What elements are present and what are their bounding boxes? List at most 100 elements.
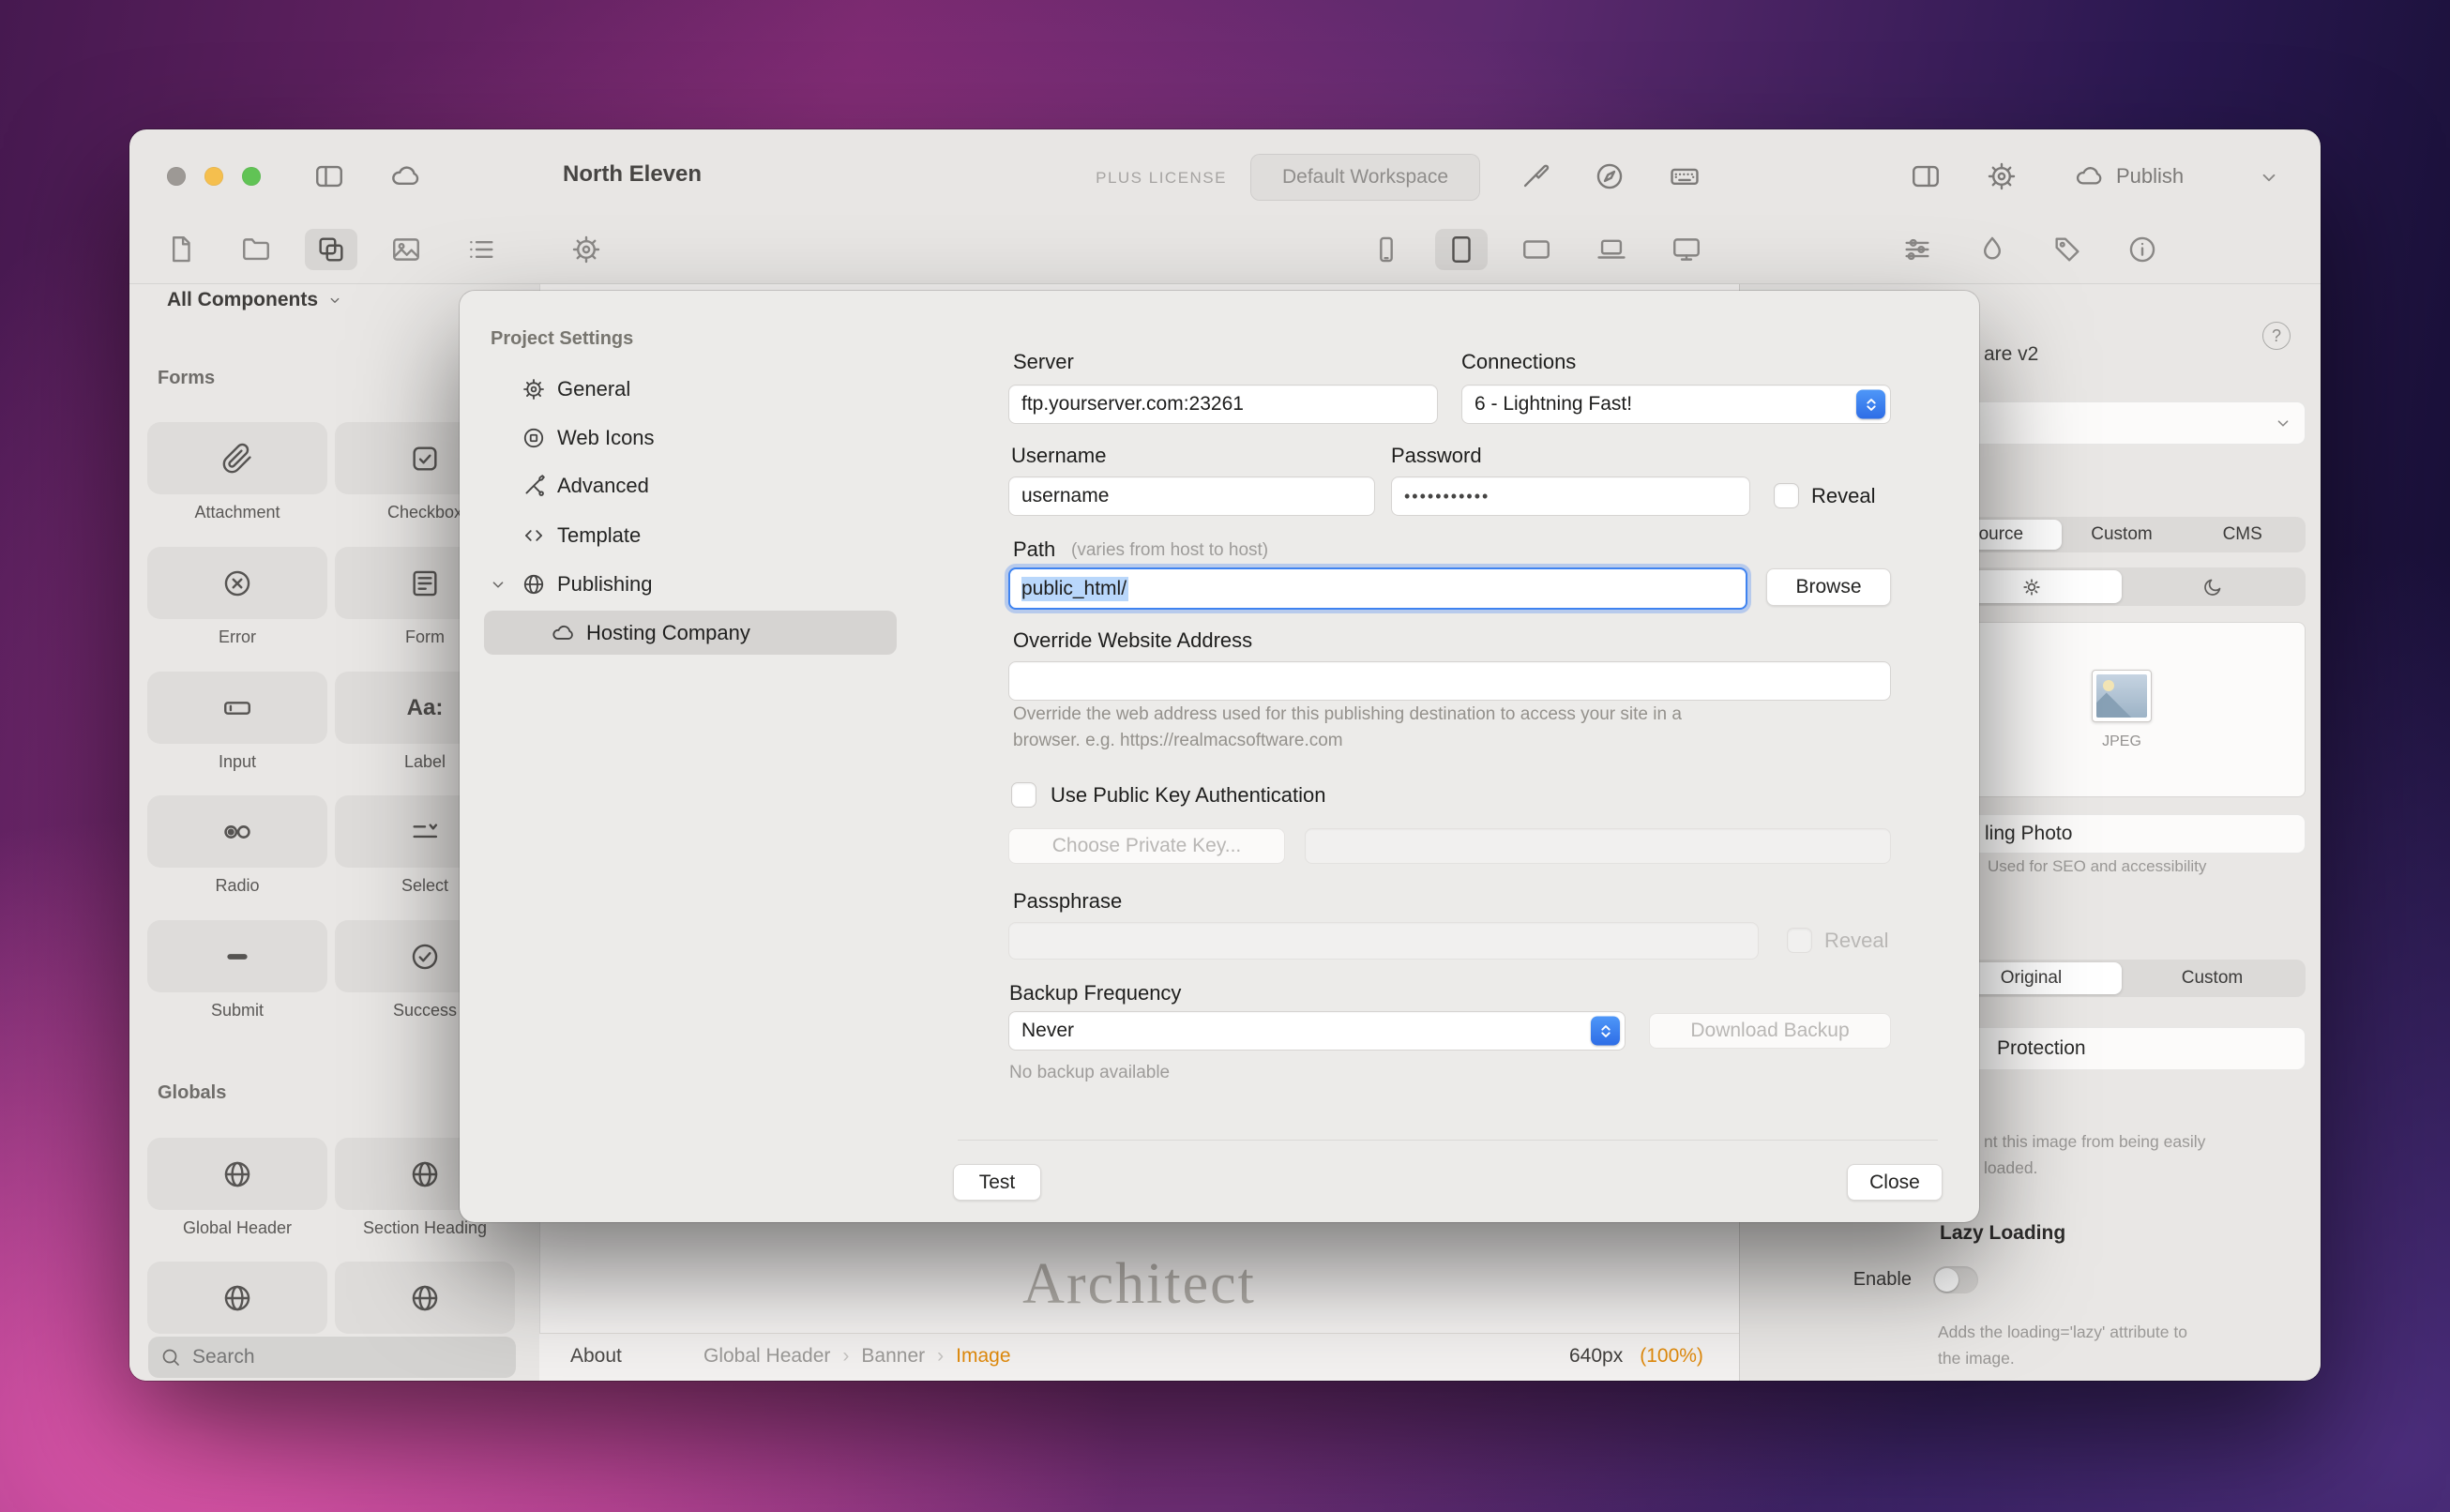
reveal-password-checkbox[interactable] bbox=[1774, 483, 1799, 508]
settings-gear-icon[interactable] bbox=[1986, 160, 2018, 192]
preview-tablet-portrait-icon[interactable] bbox=[1445, 234, 1477, 265]
server-input[interactable]: ftp.yourserver.com:23261 bbox=[1008, 385, 1438, 424]
image-format-label: JPEG bbox=[2102, 733, 2141, 750]
username-input[interactable]: username bbox=[1008, 476, 1375, 516]
component-card-label: Error bbox=[147, 627, 327, 647]
breadcrumb-item-global-header[interactable]: Global Header bbox=[703, 1345, 830, 1368]
override-address-input[interactable] bbox=[1008, 661, 1891, 701]
tag-icon[interactable] bbox=[2051, 234, 2083, 265]
close-button[interactable]: Close bbox=[1847, 1164, 1943, 1201]
cloud-icon bbox=[551, 621, 575, 645]
search-icon bbox=[159, 1346, 182, 1368]
component-card-input[interactable]: Input bbox=[147, 672, 327, 772]
tab-dark-mode[interactable] bbox=[2122, 570, 2303, 603]
component-card-label: Radio bbox=[147, 876, 327, 896]
brush-icon[interactable] bbox=[1519, 160, 1550, 192]
lazy-note-line1: Adds the loading='lazy' attribute to bbox=[1938, 1323, 2187, 1342]
component-card-error[interactable]: Error bbox=[147, 547, 327, 647]
publish-cloud-icon[interactable] bbox=[2074, 161, 2104, 191]
compass-icon[interactable] bbox=[1594, 160, 1626, 192]
component-card-submit[interactable]: Submit bbox=[147, 920, 327, 1021]
breadcrumb-item-banner[interactable]: Banner bbox=[861, 1345, 925, 1368]
tab-custom[interactable]: Custom bbox=[2062, 520, 2183, 550]
backup-frequency-select[interactable]: Never bbox=[1008, 1011, 1626, 1051]
components-filter-dropdown[interactable]: All Components bbox=[167, 289, 343, 311]
component-card-global-header[interactable]: Global Header bbox=[147, 1138, 327, 1238]
image-filename-field[interactable]: ling Photo bbox=[1938, 814, 2306, 854]
reveal-passphrase-label: Reveal bbox=[1824, 929, 1888, 953]
download-backup-button[interactable]: Download Backup bbox=[1649, 1013, 1891, 1049]
component-card-attachment[interactable]: Attachment bbox=[147, 422, 327, 522]
toggle-knob bbox=[1935, 1268, 1958, 1292]
canvas-zoom-readout[interactable]: (100%) bbox=[1640, 1345, 1703, 1368]
protection-note-line1: nt this image from being easily bbox=[1984, 1132, 2205, 1152]
close-window-button[interactable] bbox=[167, 167, 186, 186]
connections-select[interactable]: 6 - Lightning Fast! bbox=[1461, 385, 1891, 424]
test-button[interactable]: Test bbox=[953, 1164, 1041, 1201]
reveal-passphrase-checkbox[interactable] bbox=[1787, 928, 1812, 953]
enable-label: Enable bbox=[1818, 1269, 1912, 1291]
globe-icon bbox=[221, 1282, 253, 1314]
canvas-width-readout: 640px bbox=[1569, 1345, 1623, 1368]
info-icon[interactable] bbox=[2126, 234, 2158, 265]
preview-desktop-icon[interactable] bbox=[1671, 234, 1702, 265]
image-well[interactable]: JPEG bbox=[1938, 622, 2306, 797]
toggle-sidebar-icon[interactable] bbox=[313, 160, 345, 192]
search-input[interactable] bbox=[190, 1345, 505, 1369]
page-settings-icon[interactable] bbox=[570, 234, 602, 265]
publish-chevron-down-icon[interactable] bbox=[2257, 165, 2281, 189]
workspace-selector-button[interactable]: Default Workspace bbox=[1250, 154, 1480, 201]
settings-nav-publishing[interactable]: Publishing bbox=[522, 566, 653, 603]
choose-private-key-button[interactable]: Choose Private Key... bbox=[1008, 828, 1285, 864]
keyboard-icon[interactable] bbox=[1669, 160, 1701, 192]
chevron-down-icon bbox=[2273, 413, 2293, 433]
password-label: Password bbox=[1391, 444, 1482, 468]
resources-tab-icon[interactable] bbox=[240, 234, 272, 265]
toggle-inspector-icon[interactable] bbox=[1910, 160, 1942, 192]
private-key-path-input[interactable] bbox=[1305, 828, 1891, 864]
publish-button[interactable]: Publish bbox=[2116, 164, 2184, 189]
preview-phone-icon[interactable] bbox=[1370, 234, 1402, 265]
browse-button[interactable]: Browse bbox=[1766, 568, 1891, 606]
settings-nav-general[interactable]: General bbox=[522, 370, 630, 408]
preview-tablet-landscape-icon[interactable] bbox=[1520, 234, 1552, 265]
window-title: North Eleven bbox=[563, 161, 702, 188]
preview-laptop-icon[interactable] bbox=[1596, 234, 1627, 265]
password-input[interactable]: ••••••••••• bbox=[1391, 476, 1750, 516]
minimize-window-button[interactable] bbox=[204, 167, 223, 186]
component-card-radio[interactable]: Radio bbox=[147, 795, 327, 896]
settings-nav-hosting-company[interactable]: Hosting Company bbox=[484, 611, 897, 655]
settings-nav-template[interactable]: Template bbox=[522, 517, 641, 554]
styles-droplet-icon[interactable] bbox=[1976, 234, 2008, 265]
forms-section-title: Forms bbox=[158, 368, 215, 389]
component-card[interactable] bbox=[335, 1262, 515, 1334]
outline-tab-icon[interactable] bbox=[465, 234, 497, 265]
pages-tab-icon[interactable] bbox=[165, 234, 197, 265]
path-label: Path bbox=[1013, 537, 1055, 562]
tab-cms[interactable]: CMS bbox=[2182, 520, 2303, 550]
passphrase-input[interactable] bbox=[1008, 922, 1759, 960]
help-button[interactable]: ? bbox=[2262, 322, 2291, 350]
sliders-icon[interactable] bbox=[1901, 234, 1933, 265]
component-search-field[interactable] bbox=[148, 1337, 516, 1378]
component-card[interactable] bbox=[147, 1262, 327, 1334]
image-protection-row[interactable]: Protection bbox=[1938, 1027, 2306, 1070]
breadcrumb-item-image[interactable]: Image bbox=[956, 1345, 1010, 1368]
lazy-loading-toggle[interactable] bbox=[1933, 1266, 1978, 1293]
tab-size-custom[interactable]: Custom bbox=[2122, 962, 2303, 994]
cloud-sync-icon[interactable] bbox=[389, 160, 421, 192]
protection-note-line2: loaded. bbox=[1984, 1158, 2037, 1178]
assets-tab-icon[interactable] bbox=[390, 234, 422, 265]
components-filter-label: All Components bbox=[167, 289, 318, 311]
public-key-auth-checkbox[interactable] bbox=[1011, 782, 1036, 808]
inspector-section-header[interactable] bbox=[1938, 401, 2306, 445]
components-tab-icon[interactable] bbox=[315, 234, 347, 265]
path-input[interactable]: public_html/ bbox=[1008, 567, 1747, 610]
tools-icon bbox=[522, 474, 546, 498]
zoom-window-button[interactable] bbox=[242, 167, 261, 186]
publishing-disclosure-icon[interactable] bbox=[488, 574, 508, 595]
component-card-label: Attachment bbox=[147, 503, 327, 522]
about-page-label[interactable]: About bbox=[570, 1345, 622, 1368]
settings-nav-web-icons[interactable]: Web Icons bbox=[522, 419, 655, 457]
settings-nav-advanced[interactable]: Advanced bbox=[522, 467, 649, 505]
